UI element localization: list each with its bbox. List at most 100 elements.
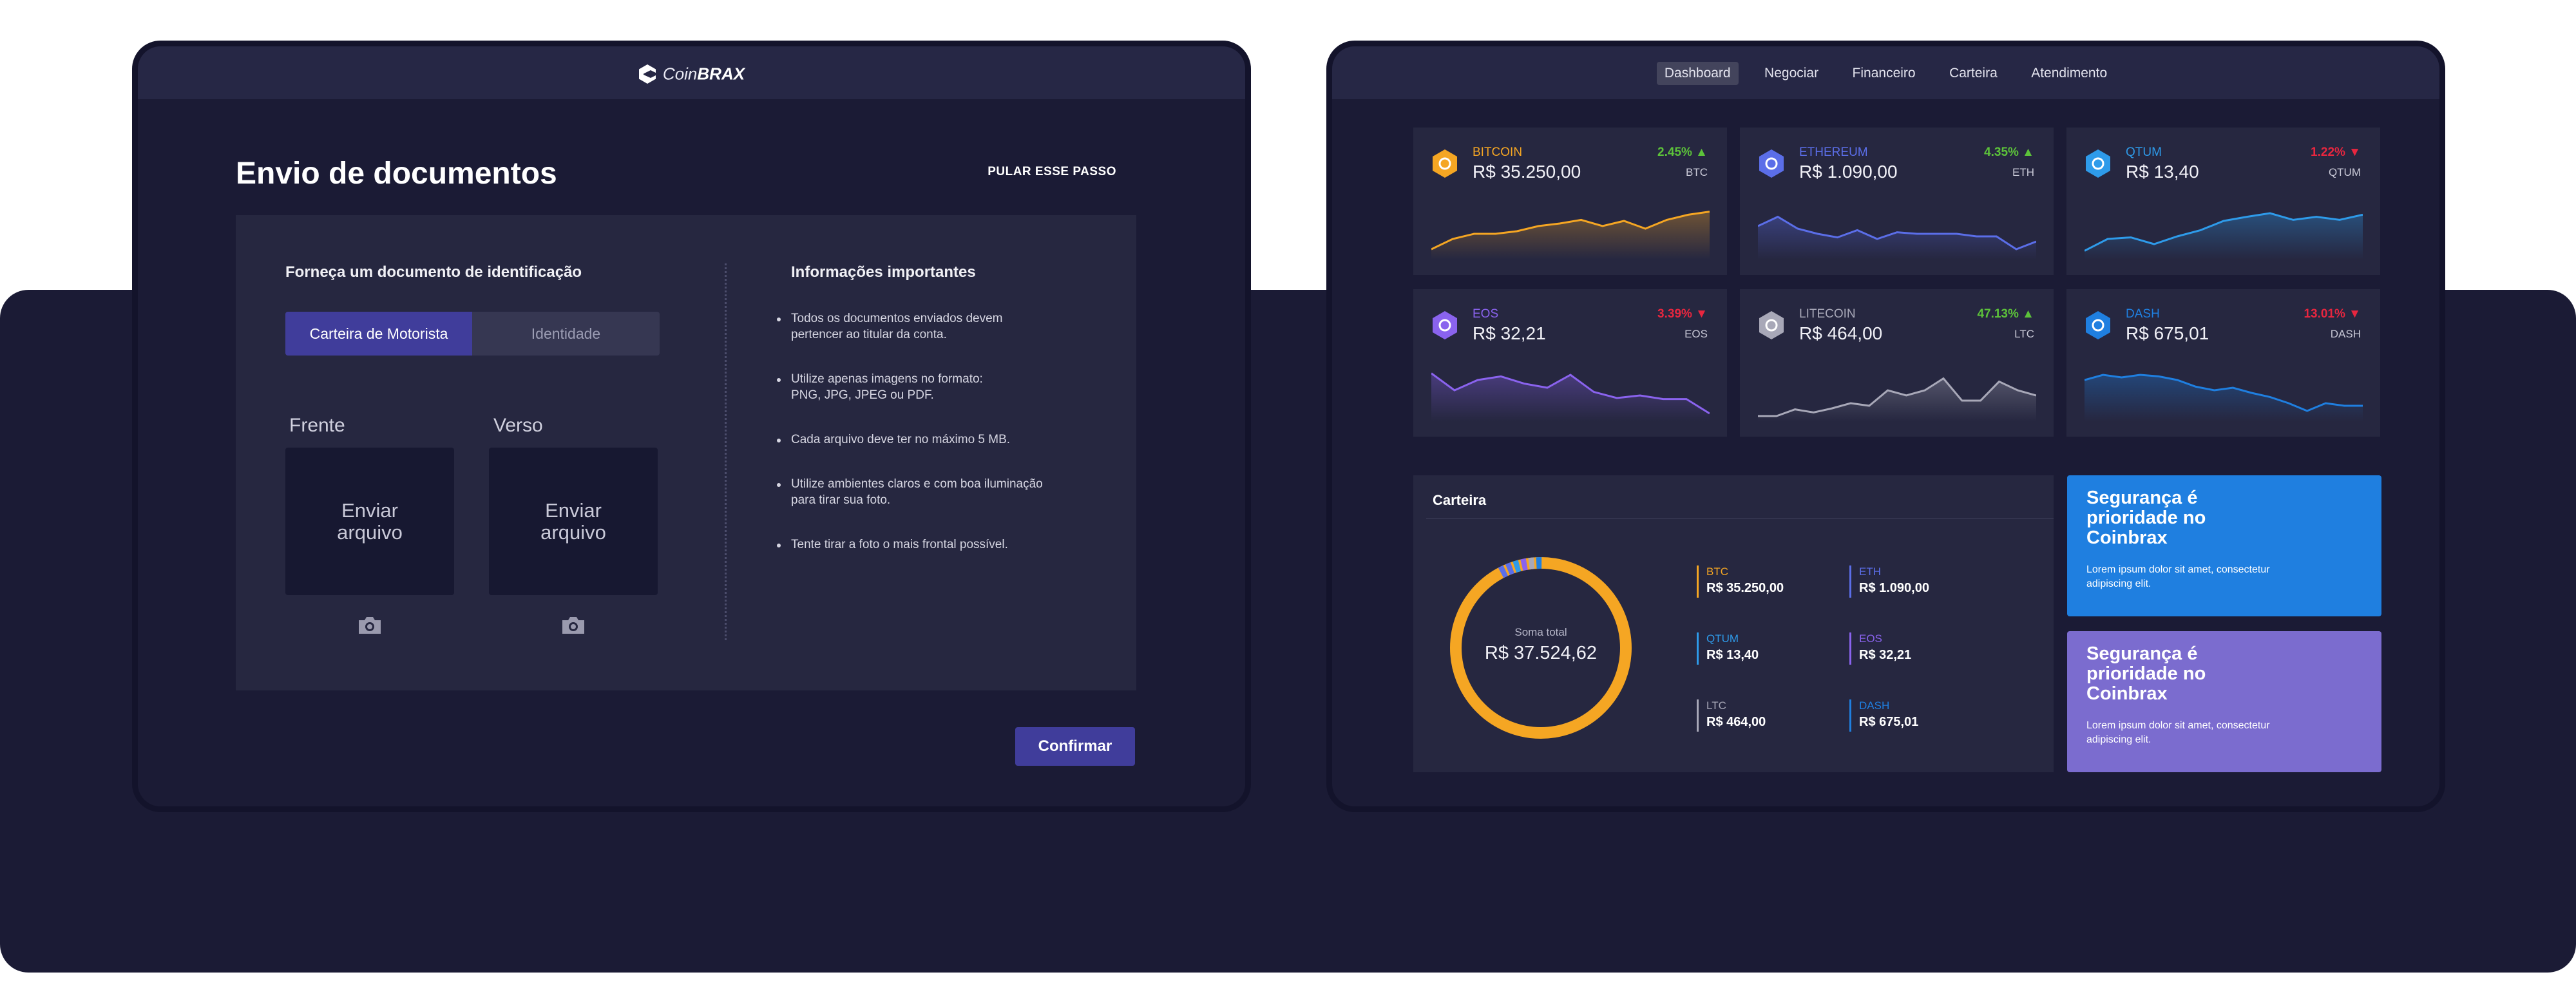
promo-title: Segurança é prioridade no Coinbrax bbox=[2086, 488, 2206, 548]
coin-change: 2.45% ▲ bbox=[1657, 146, 1708, 160]
sparkline-chart bbox=[2085, 374, 2363, 421]
arrow-up-icon: ▲ bbox=[1692, 146, 1708, 159]
coin-name: ETHEREUM bbox=[1799, 146, 1868, 159]
top-bar: Dashboard Negociar Financeiro Carteira A… bbox=[1332, 46, 2439, 99]
sparkline-area bbox=[2085, 375, 2363, 421]
wallet-item-symbol: ETH bbox=[1859, 565, 1881, 578]
donut-segment bbox=[1505, 562, 1514, 575]
coin-symbol: ETH bbox=[2012, 166, 2034, 178]
wallet-item-value: R$ 32,21 bbox=[1859, 648, 1912, 662]
sparkline-chart bbox=[1758, 215, 2036, 260]
doc-type-identity[interactable]: Identidade bbox=[472, 312, 660, 356]
coin-change-value: 4.35% bbox=[1984, 146, 2019, 159]
coinbrax-logo: CoinBRAX bbox=[138, 63, 1245, 84]
coin-card[interactable]: DASH R$ 675,01 13.01% ▼ DASH bbox=[2066, 289, 2380, 437]
skip-step-link[interactable]: PULAR ESSE PASSO bbox=[987, 165, 1116, 179]
coin-symbol: BTC bbox=[1686, 166, 1708, 178]
doc-type-toggle: Carteira de Motorista Identidade bbox=[285, 312, 660, 356]
sparkline-chart bbox=[1758, 377, 2036, 421]
wallet-divider bbox=[1426, 518, 2054, 519]
main-nav: Dashboard Negociar Financeiro Carteira A… bbox=[1332, 62, 2439, 85]
donut-segment bbox=[1520, 558, 1528, 571]
coin-change-value: 2.45% bbox=[1657, 146, 1692, 159]
coin-card[interactable]: LITECOIN R$ 464,00 47.13% ▲ LTC bbox=[1740, 289, 2054, 437]
coin-price: R$ 35.250,00 bbox=[1473, 162, 1581, 182]
promo-text: Lorem ipsum dolor sit amet, consectetur … bbox=[2086, 564, 2270, 589]
coin-change: 47.13% ▲ bbox=[1977, 307, 2034, 321]
wallet-item-value: R$ 13,40 bbox=[1706, 648, 1759, 662]
camera-icon[interactable] bbox=[357, 616, 383, 635]
qtum-icon bbox=[2086, 149, 2110, 178]
sparkline-chart bbox=[2085, 212, 2363, 260]
wallet-item: QTUM R$ 13,40 bbox=[1697, 632, 1759, 665]
logo-text-coin: Coin bbox=[662, 64, 698, 84]
wallet-panel: Carteira Soma total R$ 37.524,62 BTC R$ 3… bbox=[1413, 475, 2054, 772]
dash-icon bbox=[2086, 311, 2110, 339]
info-item: Todos os documentos enviados devem perte… bbox=[777, 310, 1112, 343]
confirm-button[interactable]: Confirmar bbox=[1015, 727, 1135, 766]
dashboard-screen: Dashboard Negociar Financeiro Carteira A… bbox=[1326, 41, 2445, 812]
security-promo-card[interactable]: Segurança é prioridade no Coinbrax Lorem… bbox=[2067, 631, 2381, 772]
eos-icon bbox=[1433, 311, 1457, 339]
front-label: Frente bbox=[289, 415, 345, 436]
logo-text-brax: BRAX bbox=[697, 64, 745, 84]
sparkline-chart bbox=[1431, 372, 1710, 421]
coin-card[interactable]: QTUM R$ 13,40 1.22% ▼ QTUM bbox=[2066, 128, 2380, 275]
wallet-title: Carteira bbox=[1433, 492, 1487, 508]
sparkline-area bbox=[1431, 373, 1710, 421]
coin-change-value: 13.01% bbox=[2304, 307, 2345, 321]
arrow-up-icon: ▲ bbox=[2018, 146, 2034, 159]
wallet-item: ETH R$ 1.090,00 bbox=[1849, 565, 1929, 598]
coin-symbol: LTC bbox=[2014, 328, 2034, 340]
litecoin-icon bbox=[1759, 311, 1784, 339]
coin-change-value: 3.39% bbox=[1657, 307, 1692, 321]
coin-price: R$ 13,40 bbox=[2126, 162, 2199, 182]
upload-front-button[interactable]: Enviar arquivo bbox=[285, 448, 454, 595]
doc-type-driver-license[interactable]: Carteira de Motorista bbox=[285, 312, 472, 356]
ethereum-icon bbox=[1759, 149, 1784, 178]
info-item: Tente tirar a foto o mais frontal possív… bbox=[777, 536, 1112, 553]
wallet-item-value: R$ 1.090,00 bbox=[1859, 581, 1929, 595]
arrow-down-icon: ▼ bbox=[1692, 307, 1708, 321]
coin-price: R$ 1.090,00 bbox=[1799, 162, 1898, 182]
info-item: Cada arquivo deve ter no máximo 5 MB. bbox=[777, 432, 1112, 448]
wallet-item-value: R$ 35.250,00 bbox=[1706, 581, 1784, 595]
wallet-item: BTC R$ 35.250,00 bbox=[1697, 565, 1784, 598]
wallet-item-symbol: DASH bbox=[1859, 699, 1890, 712]
arrow-down-icon: ▼ bbox=[2345, 307, 2361, 321]
wallet-item-symbol: QTUM bbox=[1706, 632, 1739, 645]
coinbrax-logo-icon bbox=[638, 64, 656, 84]
coin-price: R$ 675,01 bbox=[2126, 323, 2209, 343]
upload-back-button[interactable]: Enviar arquivo bbox=[489, 448, 658, 595]
wallet-item: LTC R$ 464,00 bbox=[1697, 699, 1766, 732]
doc-section-title: Forneça um documento de identificação bbox=[285, 263, 582, 281]
coin-change: 3.39% ▼ bbox=[1657, 307, 1708, 321]
coin-name: QTUM bbox=[2126, 146, 2162, 159]
nav-atendimento[interactable]: Atendimento bbox=[2023, 62, 2115, 85]
top-bar: CoinBRAX bbox=[138, 46, 1245, 99]
coin-change-value: 47.13% bbox=[1977, 307, 2019, 321]
total-label: Soma total bbox=[1514, 626, 1567, 638]
info-item: Utilize ambientes claros e com boa ilumi… bbox=[777, 476, 1112, 508]
arrow-down-icon: ▼ bbox=[2345, 146, 2361, 159]
nav-carteira[interactable]: Carteira bbox=[1942, 62, 2005, 85]
back-label: Verso bbox=[493, 415, 543, 436]
total-value: R$ 37.524,62 bbox=[1484, 643, 1598, 663]
promo-title: Segurança é prioridade no Coinbrax bbox=[2086, 643, 2206, 704]
wallet-item: DASH R$ 675,01 bbox=[1849, 699, 1918, 732]
coin-card[interactable]: BITCOIN R$ 35.250,00 2.45% ▲ BTC bbox=[1413, 128, 1727, 275]
coin-price: R$ 464,00 bbox=[1799, 323, 1883, 343]
wallet-item-value: R$ 464,00 bbox=[1706, 715, 1766, 729]
coin-card[interactable]: ETHEREUM R$ 1.090,00 4.35% ▲ ETH bbox=[1740, 128, 2054, 275]
donut-segment bbox=[1512, 560, 1522, 573]
nav-dashboard[interactable]: Dashboard bbox=[1656, 62, 1739, 85]
camera-icon[interactable] bbox=[560, 616, 586, 635]
coin-name: BITCOIN bbox=[1473, 146, 1523, 159]
security-promo-card[interactable]: Segurança é prioridade no Coinbrax Lorem… bbox=[2067, 475, 2381, 616]
coin-change: 1.22% ▼ bbox=[2311, 146, 2361, 160]
nav-negociar[interactable]: Negociar bbox=[1757, 62, 1826, 85]
nav-financeiro[interactable]: Financeiro bbox=[1845, 62, 1923, 85]
coin-name: LITECOIN bbox=[1799, 307, 1856, 321]
coin-card[interactable]: EOS R$ 32,21 3.39% ▼ EOS bbox=[1413, 289, 1727, 437]
promo-text: Lorem ipsum dolor sit amet, consectetur … bbox=[2086, 720, 2270, 745]
